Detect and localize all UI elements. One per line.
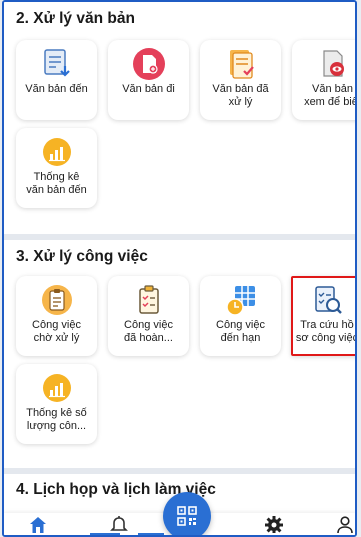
card-incoming-documents[interactable]: Văn bản đến (16, 40, 97, 120)
card-label: Tra cứu hồ sơ công việc (295, 319, 357, 344)
card-due-tasks[interactable]: Công việc đến hạn (200, 276, 281, 356)
search-records-icon (315, 286, 342, 314)
card-label: Văn bản đã xử lý (212, 83, 269, 108)
gear-icon[interactable] (264, 515, 284, 533)
section-task-processing: 3. Xử lý công việc Công việc chờ xử lý C… (4, 240, 355, 468)
card-label: Văn bản xem để biết (304, 83, 355, 108)
completed-task-icon (138, 285, 159, 314)
card-label: Công việc đến hạn (216, 319, 265, 344)
app-screen: 2. Xử lý văn bản Văn bản đến Văn bản đi (2, 0, 357, 537)
due-task-icon (225, 286, 255, 316)
card-completed-tasks[interactable]: Công việc đã hoàn... (108, 276, 189, 356)
bell-icon[interactable] (109, 515, 129, 533)
card-label: Thống kê văn bản đến (26, 171, 87, 196)
card-pending-tasks[interactable]: Công việc chờ xử lý (16, 276, 97, 356)
qr-code-icon (177, 506, 197, 526)
card-label: Thống kê số lượng côn... (26, 407, 87, 432)
card-label: Công việc đã hoàn... (124, 319, 173, 344)
card-label: Văn bản đi (122, 83, 175, 95)
section-title: 3. Xử lý công việc (16, 248, 148, 265)
processed-document-icon (229, 50, 254, 79)
card-view-documents[interactable]: Văn bản xem để biết (292, 40, 355, 120)
stats-chart-icon (42, 374, 71, 402)
card-label: Văn bản đến (25, 83, 88, 95)
incoming-document-icon (43, 49, 70, 77)
section-title: 2. Xử lý văn bản (16, 10, 135, 27)
qr-scan-button[interactable] (163, 492, 211, 535)
outgoing-document-icon (132, 48, 165, 80)
nav-underline (90, 533, 120, 535)
view-document-icon (322, 50, 344, 77)
nav-underline (138, 533, 164, 535)
card-outgoing-documents[interactable]: Văn bản đi (108, 40, 189, 120)
home-icon[interactable] (28, 515, 48, 533)
stats-chart-icon (42, 138, 71, 166)
card-search-records[interactable]: Tra cứu hồ sơ công việc (291, 276, 357, 356)
card-label: Công việc chờ xử lý (32, 319, 81, 344)
card-incoming-stats[interactable]: Thống kê văn bản đến (16, 128, 97, 208)
user-icon[interactable] (335, 515, 355, 533)
card-processed-documents[interactable]: Văn bản đã xử lý (200, 40, 281, 120)
pending-task-icon (41, 285, 72, 315)
section-document-processing: 2. Xử lý văn bản Văn bản đến Văn bản đi (4, 2, 355, 234)
card-task-stats[interactable]: Thống kê số lượng côn... (16, 364, 97, 444)
